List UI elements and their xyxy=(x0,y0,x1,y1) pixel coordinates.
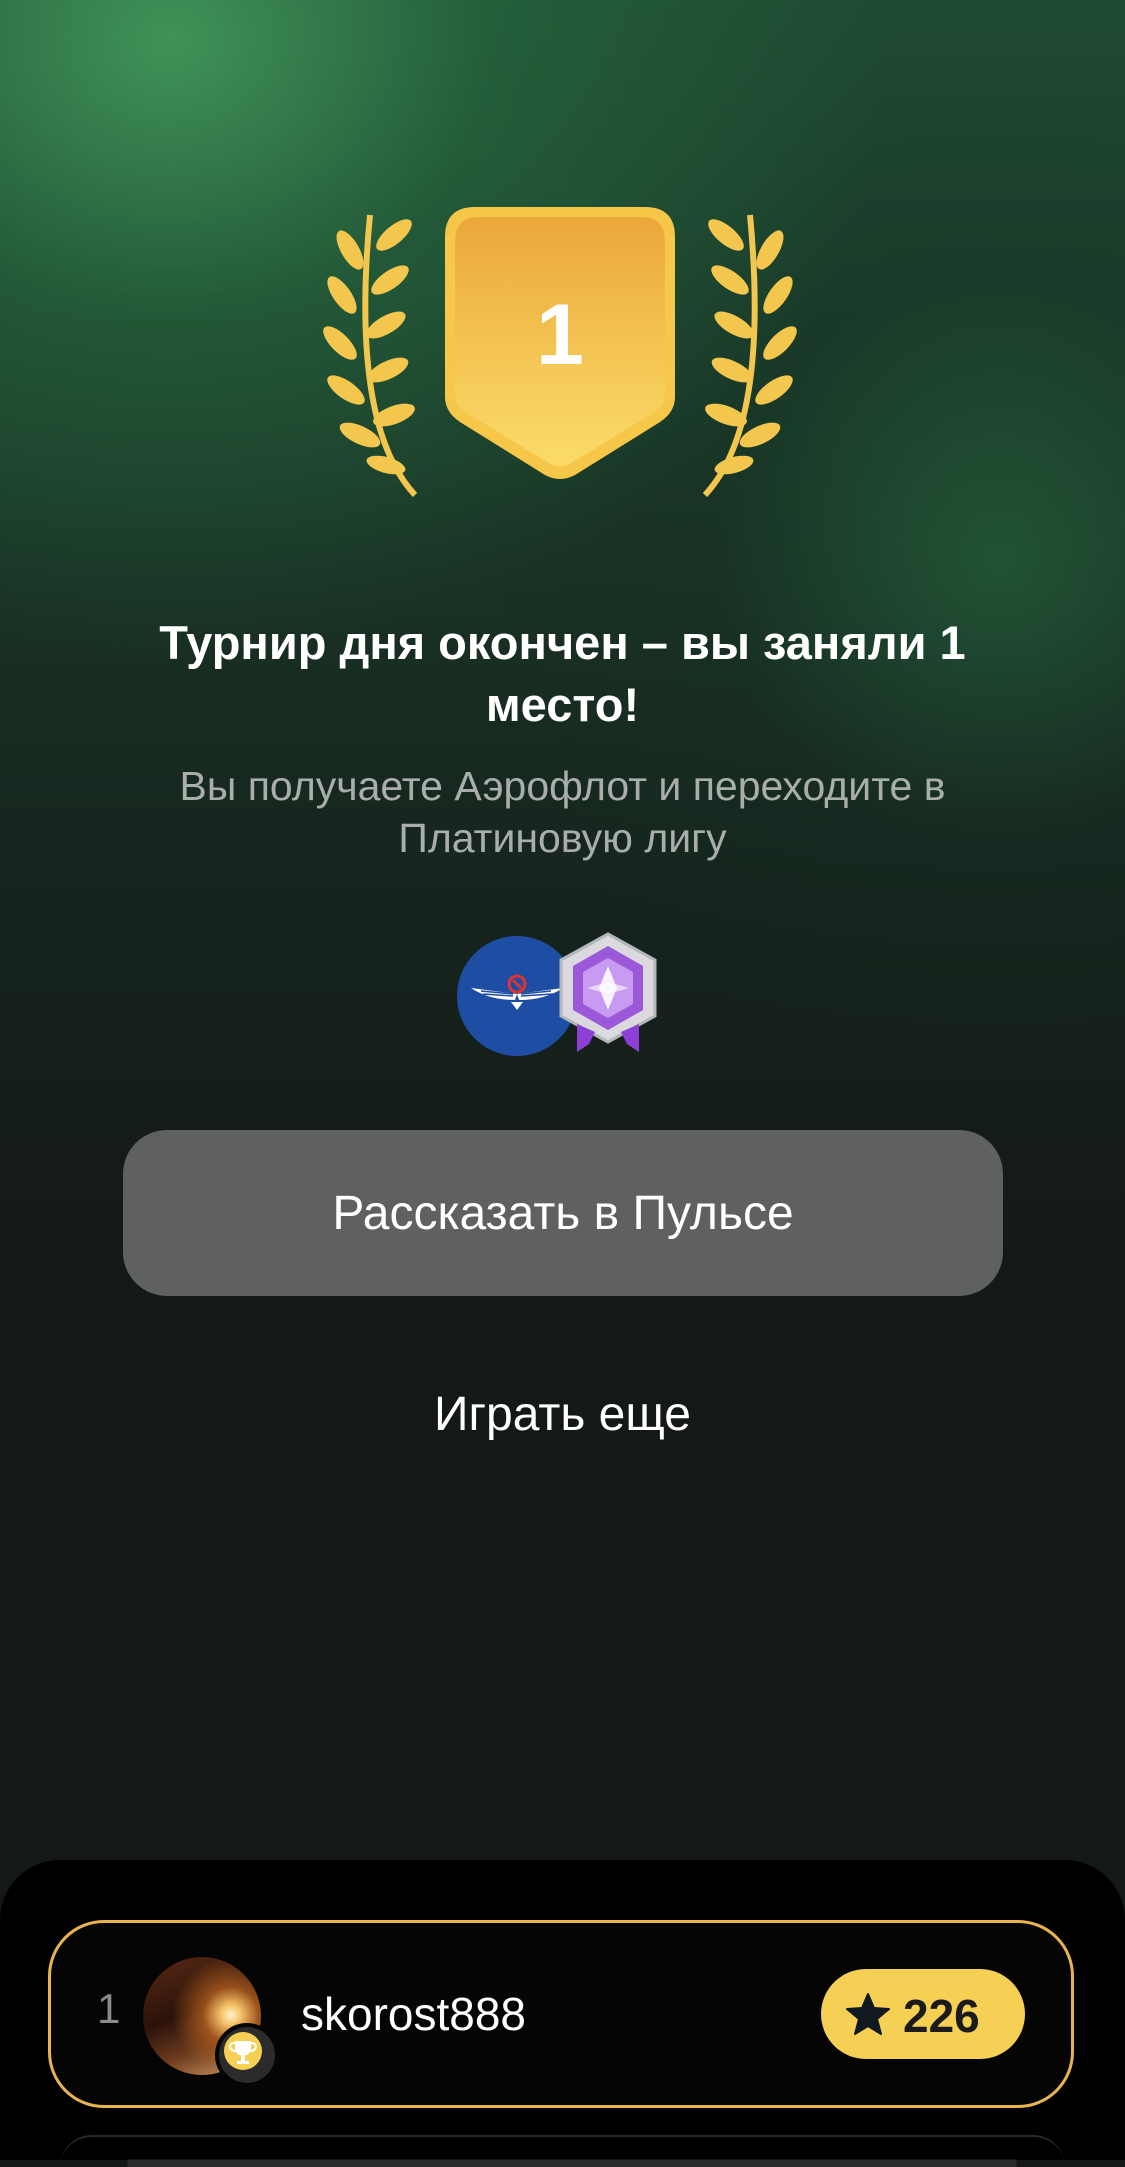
play-again-button[interactable]: Играть еще xyxy=(300,1380,825,1450)
rewards-row xyxy=(455,932,665,1060)
score-value: 226 xyxy=(903,1990,980,2042)
leaderboard-next-row xyxy=(60,2135,1065,2167)
place-number: 1 xyxy=(536,287,584,383)
star-icon xyxy=(846,1993,890,2035)
place-award: 1 xyxy=(320,195,800,505)
platinum-league-icon xyxy=(559,932,657,1052)
share-in-pulse-button[interactable]: Рассказать в Пульсе xyxy=(123,1130,1003,1296)
leaderboard-row[interactable]: 1 skorost888 226 xyxy=(48,1920,1074,2108)
result-subtitle: Вы получаете Аэрофлот и переходите в Пла… xyxy=(179,763,946,861)
laurel-right-icon xyxy=(702,214,797,498)
score-badge: 226 xyxy=(821,1969,1025,2059)
trophy-icon xyxy=(215,2023,279,2087)
result-title: Турнир дня окончен – вы заняли 1 место! xyxy=(159,616,966,731)
rank-number: 1 xyxy=(97,1985,121,2032)
laurel-left-icon xyxy=(323,214,418,498)
username: skorost888 xyxy=(301,1988,527,2040)
